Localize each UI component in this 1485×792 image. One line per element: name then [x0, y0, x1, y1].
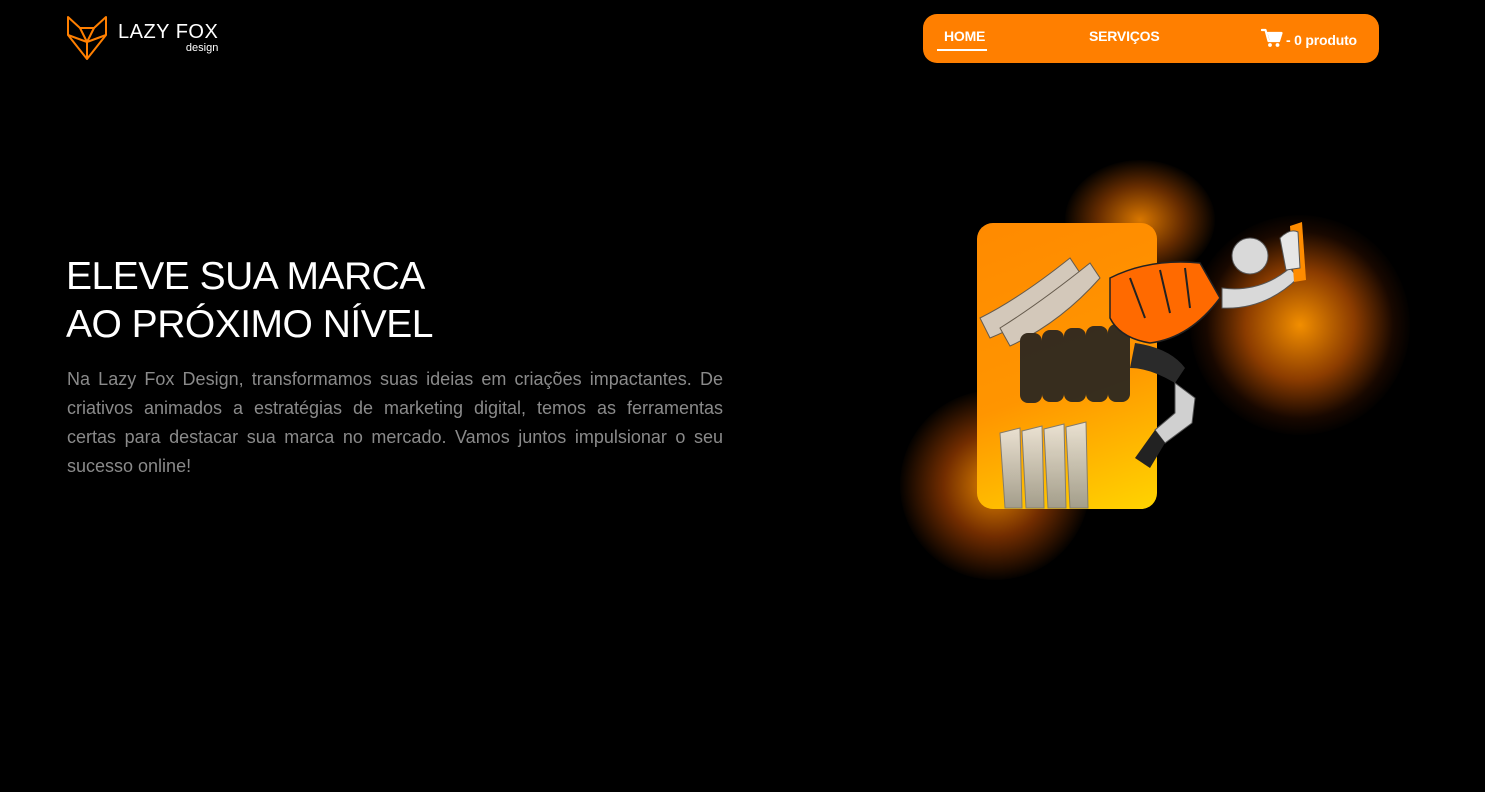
hero-description: Na Lazy Fox Design, transformamos suas i… [67, 369, 723, 476]
cart-icon [1261, 28, 1283, 48]
brand-subtitle: design [185, 42, 219, 54]
nav-services-link[interactable]: SERVIÇOS [1089, 28, 1160, 44]
page: LAZY FOX design HOME SERVIÇOS - 0 produt… [0, 0, 1485, 792]
nav-active-underline [937, 49, 987, 51]
brand-logo[interactable]: LAZY FOX design [66, 15, 218, 61]
main-nav: HOME SERVIÇOS - 0 produto [923, 14, 1379, 63]
hero-title: ELEVE SUA MARCA AO PRÓXIMO NÍVEL [66, 253, 586, 349]
cart-count-label: - 0 produto [1286, 31, 1357, 48]
brand-name: LAZY FOX [118, 21, 219, 43]
fox-head-icon [66, 15, 108, 61]
hero-title-line-2: AO PRÓXIMO NÍVEL [66, 303, 433, 346]
hero-title-line-1: ELEVE SUA MARCA [66, 255, 425, 298]
cart-button[interactable]: - 0 produto [1261, 28, 1357, 48]
nav-home-link[interactable]: HOME [944, 28, 985, 44]
hero-runner-image [979, 222, 1306, 509]
